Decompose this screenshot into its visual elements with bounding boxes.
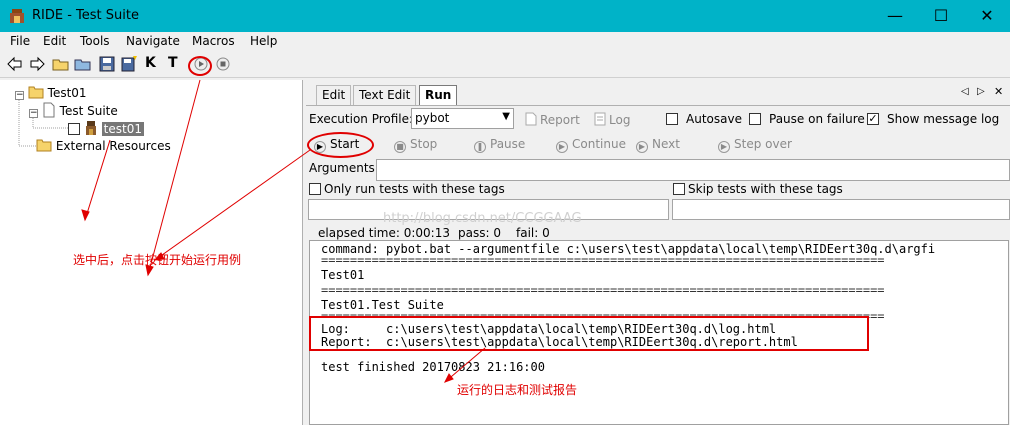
resources-folder-icon: [36, 139, 52, 152]
log-button[interactable]: Log: [594, 112, 630, 130]
execution-profile-label: Execution Profile:: [309, 112, 414, 126]
continue-icon: ▶: [556, 141, 568, 153]
save-icon[interactable]: [98, 55, 116, 73]
console-line: test finished 20170823 21:16:00: [321, 360, 545, 374]
stop-icon: ■: [394, 141, 406, 153]
only-run-tags-label: Only run tests with these tags: [324, 182, 505, 196]
console-line: ========================================…: [321, 283, 885, 297]
menu-tools[interactable]: Tools: [80, 34, 110, 48]
run-icon-highlight: [188, 56, 212, 76]
maximize-button[interactable]: ☐: [918, 0, 964, 32]
console-line: ========================================…: [321, 253, 885, 267]
chevron-down-icon: ▼: [502, 111, 510, 122]
tree-label-test01: Test01: [47, 86, 87, 100]
pause-button[interactable]: ❚ Pause: [474, 137, 525, 155]
stop-button[interactable]: ■ Stop: [394, 137, 437, 155]
console-line: Test01: [321, 268, 365, 282]
stop-tests-icon[interactable]: [214, 55, 232, 73]
pause-icon: ❚: [474, 141, 486, 153]
log-report-highlight: [309, 316, 869, 351]
skip-tags-label: Skip tests with these tags: [688, 182, 843, 196]
log-icon: [594, 112, 606, 126]
step-over-button[interactable]: ▶ Step over: [718, 137, 792, 155]
save-all-icon[interactable]: [120, 55, 138, 73]
tab-edit[interactable]: Edit: [316, 85, 352, 105]
autosave-label: Autosave: [686, 112, 742, 126]
pause-on-failure-label: Pause on failure: [769, 112, 865, 126]
fail-count: fail: 0: [516, 226, 550, 240]
tab-scroll-left-icon[interactable]: ◁: [961, 86, 969, 97]
watermark: http://blog.csdn.net/CCGGAAG: [383, 211, 582, 226]
next-icon: ▶: [636, 141, 648, 153]
only-run-tags-checkbox[interactable]: [309, 183, 321, 195]
tree-label-test01-case: test01: [101, 122, 144, 136]
tab-divider: [306, 105, 1010, 106]
tab-run[interactable]: Run: [419, 85, 458, 105]
search-tests-icon[interactable]: T: [168, 55, 186, 73]
menu-edit[interactable]: Edit: [43, 34, 66, 48]
tree-node-test01[interactable]: − Test01: [15, 85, 87, 101]
autosave-checkbox[interactable]: [666, 113, 678, 125]
step-over-icon: ▶: [718, 141, 730, 153]
tree-label-external-resources: External Resources: [55, 139, 171, 153]
testcase-checkbox[interactable]: [68, 123, 80, 135]
arguments-input[interactable]: [376, 159, 1010, 181]
collapse-toggle-icon[interactable]: −: [15, 91, 24, 100]
tree-node-external-resources[interactable]: External Resources: [36, 138, 171, 154]
open-folder-icon[interactable]: [52, 55, 70, 73]
report-icon: [525, 112, 537, 126]
tab-close-icon[interactable]: ✕: [994, 85, 1003, 98]
tab-text-edit[interactable]: Text Edit: [353, 85, 417, 105]
window-title: RIDE - Test Suite: [32, 8, 139, 23]
forward-arrow-icon[interactable]: [28, 55, 46, 73]
toolbar: K T: [0, 52, 1010, 78]
menu-bar: File Edit Tools Navigate Macros Help: [0, 32, 1010, 52]
title-bar: RIDE - Test Suite — ☐ ✕: [0, 0, 1010, 32]
open-directory-icon[interactable]: [74, 55, 92, 73]
menu-macros[interactable]: Macros: [192, 34, 235, 48]
menu-navigate[interactable]: Navigate: [126, 34, 180, 48]
tree-label-test-suite: Test Suite: [59, 104, 118, 118]
ride-app-icon: [10, 9, 24, 23]
back-arrow-icon[interactable]: [6, 55, 24, 73]
pause-on-failure-checkbox[interactable]: [749, 113, 761, 125]
annotation-log-and-report: 运行的日志和测试报告: [457, 383, 578, 397]
next-button[interactable]: ▶ Next: [636, 137, 680, 155]
tab-scroll-right-icon[interactable]: ▷: [977, 86, 985, 97]
start-button-highlight: [307, 132, 374, 158]
pass-count: pass: 0: [458, 226, 501, 240]
elapsed-time: elapsed time: 0:00:13: [318, 226, 450, 240]
robot-icon: [85, 121, 96, 135]
execution-profile-value: pybot: [415, 111, 450, 125]
annotation-select-then-start: 选中后，点击按钮开始运行用例: [73, 253, 242, 267]
menu-file[interactable]: File: [10, 34, 30, 48]
tree-node-test-suite[interactable]: − Test Suite: [29, 102, 118, 118]
search-keywords-icon[interactable]: K: [145, 55, 163, 73]
close-button[interactable]: ✕: [964, 0, 1010, 32]
continue-button[interactable]: ▶ Continue: [556, 137, 626, 155]
show-message-log-checkbox[interactable]: ✓: [867, 113, 879, 125]
skip-tags-checkbox[interactable]: [673, 183, 685, 195]
menu-help[interactable]: Help: [250, 34, 277, 48]
exclude-tags-input[interactable]: [672, 199, 1010, 220]
arguments-label: Arguments:: [309, 161, 379, 175]
tree-node-test01-case[interactable]: test01: [68, 120, 144, 136]
collapse-toggle-icon[interactable]: −: [29, 109, 38, 118]
show-message-log-label: Show message log: [887, 112, 1000, 126]
execution-profile-select[interactable]: pybot ▼: [411, 108, 514, 129]
minimize-button[interactable]: —: [872, 0, 918, 32]
report-button[interactable]: Report: [525, 112, 580, 130]
folder-icon: [28, 86, 44, 99]
file-icon: [43, 102, 55, 118]
